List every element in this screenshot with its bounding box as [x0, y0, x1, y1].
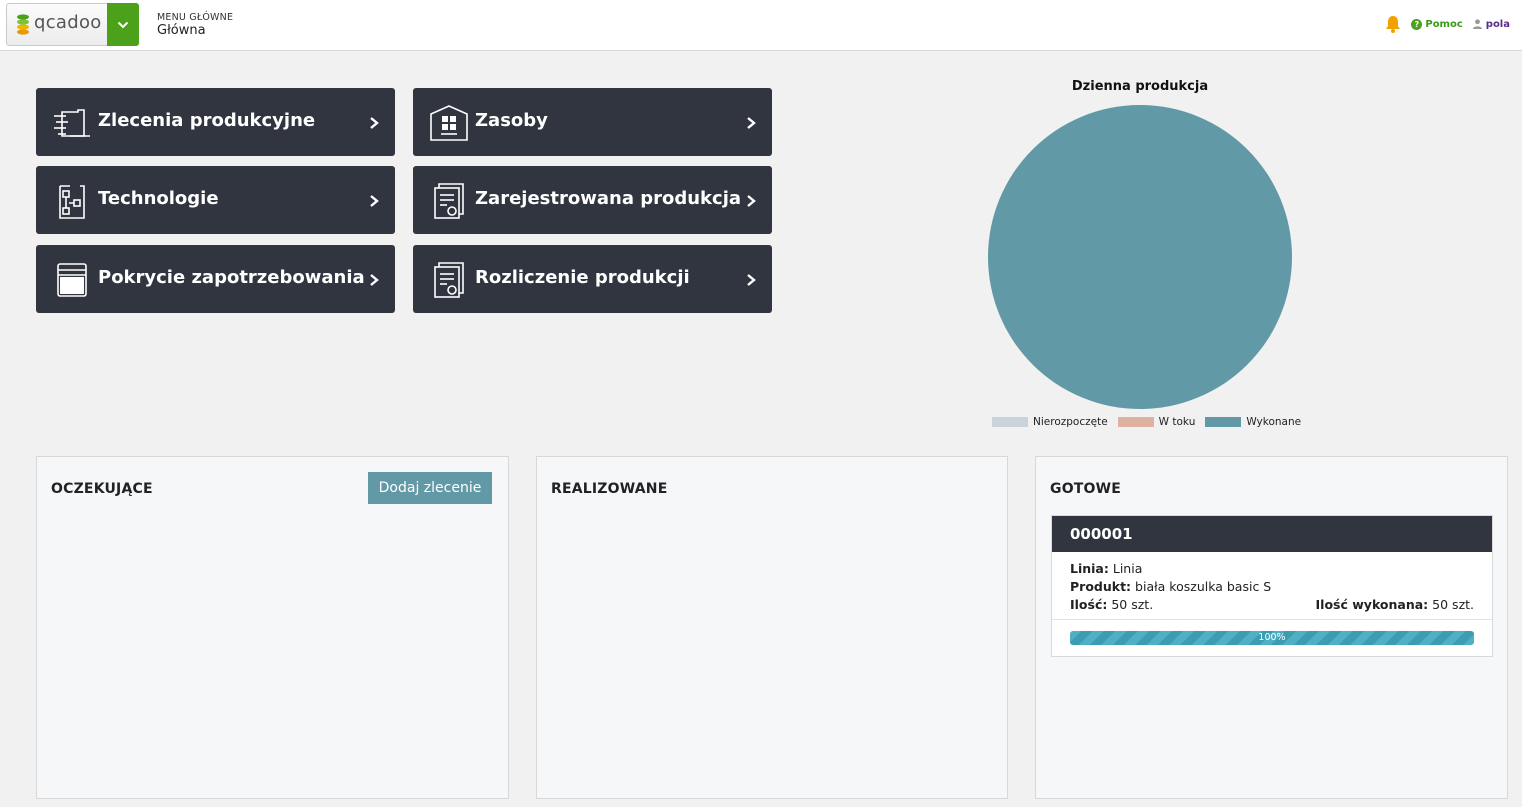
legend-swatch — [1117, 417, 1154, 427]
line-label: Linia: — [1070, 561, 1109, 576]
tile-label: Zarejestrowana produkcja — [475, 188, 742, 209]
column-in-progress: REALIZOWANE — [536, 456, 1008, 799]
pie-slice-wykonane — [988, 105, 1292, 409]
top-header: qcadoo MENU GŁÓWNE Główna ? Pomoc pola — [0, 0, 1522, 51]
tile-resources[interactable]: Zasoby — [413, 88, 772, 156]
tile-demand-coverage[interactable]: Pokrycie zapotrzebowania — [36, 245, 395, 313]
main-menu-dropdown[interactable] — [107, 3, 139, 46]
qty-done-value: 50 szt. — [1432, 597, 1474, 612]
legend-swatch — [992, 417, 1028, 427]
user-label: pola — [1485, 18, 1510, 30]
production-orders-icon — [54, 109, 90, 137]
legend-item: W toku — [1117, 416, 1196, 428]
tile-label: Zlecenia produkcyjne — [98, 110, 316, 131]
qty-label: Ilość: — [1070, 597, 1108, 612]
column-pending: OCZEKUJĄCE Dodaj zlecenie — [36, 456, 509, 799]
logo-text: qcadoo — [34, 12, 102, 33]
bell-icon[interactable] — [1385, 15, 1401, 33]
demand-coverage-icon — [57, 263, 87, 297]
column-title: GOTOWE — [1050, 481, 1122, 497]
help-link[interactable]: ? Pomoc — [1411, 18, 1463, 30]
user-icon — [1472, 19, 1482, 29]
line-value: Linia — [1112, 561, 1143, 576]
tile-label: Pokrycie zapotrzebowania — [98, 267, 365, 288]
help-label: Pomoc — [1425, 18, 1463, 30]
chart-legend: Nierozpoczęte W toku Wykonane — [992, 416, 1301, 428]
column-title: REALIZOWANE — [551, 481, 668, 497]
logo-menu-button[interactable]: qcadoo — [6, 3, 139, 46]
help-icon: ? — [1411, 18, 1423, 30]
order-card[interactable]: 000001 Linia: Linia Produkt: biała koszu… — [1051, 515, 1493, 657]
tile-registered-production[interactable]: Zarejestrowana produkcja — [413, 166, 772, 234]
legend-swatch — [1205, 417, 1242, 427]
chart-title: Dzienna produkcja — [1071, 79, 1209, 94]
order-qty-done-row: Ilość wykonana: 50 szt. — [1316, 596, 1474, 614]
chevron-right-icon — [747, 117, 756, 129]
tile-label: Technologie — [98, 188, 219, 209]
registered-production-icon — [434, 183, 464, 219]
tile-production-orders[interactable]: Zlecenia produkcyjne — [36, 88, 395, 156]
tile-production-settlement[interactable]: Rozliczenie produkcji — [413, 245, 772, 313]
legend-item: Nierozpoczęte — [992, 416, 1108, 428]
legend-label: Wykonane — [1246, 416, 1302, 428]
add-order-button[interactable]: Dodaj zlecenie — [368, 472, 492, 504]
resources-icon — [430, 105, 468, 141]
legend-label: W toku — [1158, 416, 1196, 428]
order-details: Linia: Linia Produkt: biała koszulka bas… — [1052, 552, 1492, 620]
column-title: OCZEKUJĄCE — [51, 481, 153, 497]
chevron-right-icon — [370, 274, 379, 286]
product-label: Produkt: — [1070, 579, 1132, 594]
order-product-row: Produkt: biała koszulka basic S — [1070, 578, 1474, 596]
production-settlement-icon — [434, 262, 464, 298]
page-title: Główna — [157, 23, 206, 38]
legend-label: Nierozpoczęte — [1033, 416, 1108, 428]
daily-production-pie-chart — [988, 105, 1292, 409]
chevron-right-icon — [747, 274, 756, 286]
tile-label: Zasoby — [475, 110, 548, 131]
logo-mark-icon — [17, 14, 29, 35]
qty-value: 50 szt. — [1111, 597, 1154, 612]
order-number[interactable]: 000001 — [1052, 516, 1492, 552]
chevron-right-icon — [370, 117, 379, 129]
legend-item: Wykonane — [1205, 416, 1301, 428]
tile-technologies[interactable]: Technologie — [36, 166, 395, 234]
order-progress-bar: 100% — [1070, 631, 1474, 645]
chevron-down-icon — [117, 21, 129, 28]
chevron-right-icon — [370, 195, 379, 207]
tile-label: Rozliczenie produkcji — [475, 267, 690, 288]
column-done: GOTOWE 000001 Linia: Linia Produkt: biał… — [1035, 456, 1508, 799]
qty-done-label: Ilość wykonana: — [1315, 597, 1429, 612]
technologies-icon — [59, 185, 85, 219]
menu-caption: MENU GŁÓWNE — [157, 12, 234, 23]
user-menu[interactable]: pola — [1472, 18, 1510, 30]
chevron-right-icon — [747, 195, 756, 207]
order-line-row: Linia: Linia — [1070, 560, 1474, 578]
header-actions: ? Pomoc pola — [1385, 14, 1510, 34]
product-value: biała koszulka basic S — [1135, 579, 1272, 594]
